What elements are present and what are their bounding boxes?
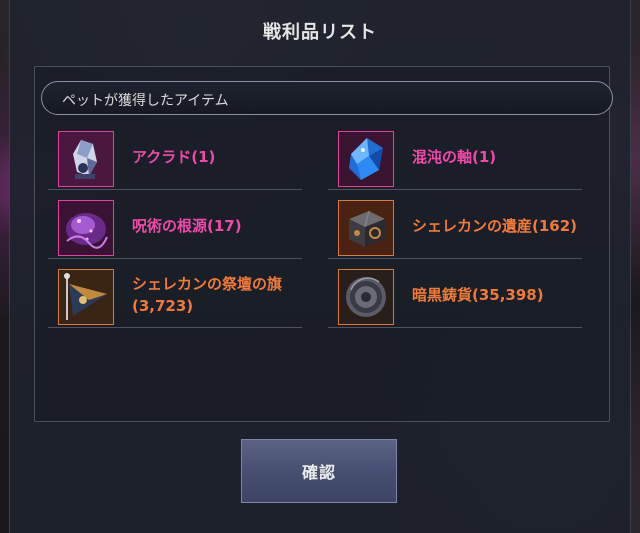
item-name: 呪術の根源(17): [132, 217, 242, 235]
section-header: ペットが獲得したアイテム: [41, 81, 613, 115]
item-name: 暗黒鋳貨(35,398): [412, 286, 544, 304]
item-name: 混沌の軸(1): [412, 148, 497, 166]
blue-gem-icon: [338, 131, 394, 187]
loot-item[interactable]: 混沌の軸(1): [328, 125, 582, 190]
loot-list-dialog: 戦利品リスト ペットが獲得したアイテム アクラド(1) 混沌の軸(1) 呪術の根…: [9, 0, 631, 533]
loot-panel: ペットが獲得したアイテム アクラド(1) 混沌の軸(1) 呪術の根源(17) シ…: [34, 66, 613, 422]
item-name: シェレカンの遺産(162): [412, 217, 578, 235]
item-name: シェレカンの祭壇の旗(3,723): [132, 275, 283, 315]
treasure-box-icon: [338, 200, 394, 256]
loot-item[interactable]: 呪術の根源(17): [48, 194, 302, 259]
loot-item[interactable]: シェレカンの遺産(162): [328, 194, 582, 259]
section-title: ペットが獲得したアイテム: [62, 93, 229, 109]
banner-flag-icon: [58, 269, 114, 325]
purple-essence-icon: [58, 200, 114, 256]
loot-item[interactable]: アクラド(1): [48, 125, 302, 190]
dark-coin-icon: [338, 269, 394, 325]
item-name: アクラド(1): [132, 148, 216, 166]
dialog-title: 戦利品リスト: [263, 22, 377, 43]
crystal-shard-icon: [58, 131, 114, 187]
confirm-button[interactable]: 確認: [241, 439, 397, 503]
loot-item[interactable]: シェレカンの祭壇の旗(3,723): [48, 263, 302, 328]
loot-item[interactable]: 暗黒鋳貨(35,398): [328, 263, 582, 328]
